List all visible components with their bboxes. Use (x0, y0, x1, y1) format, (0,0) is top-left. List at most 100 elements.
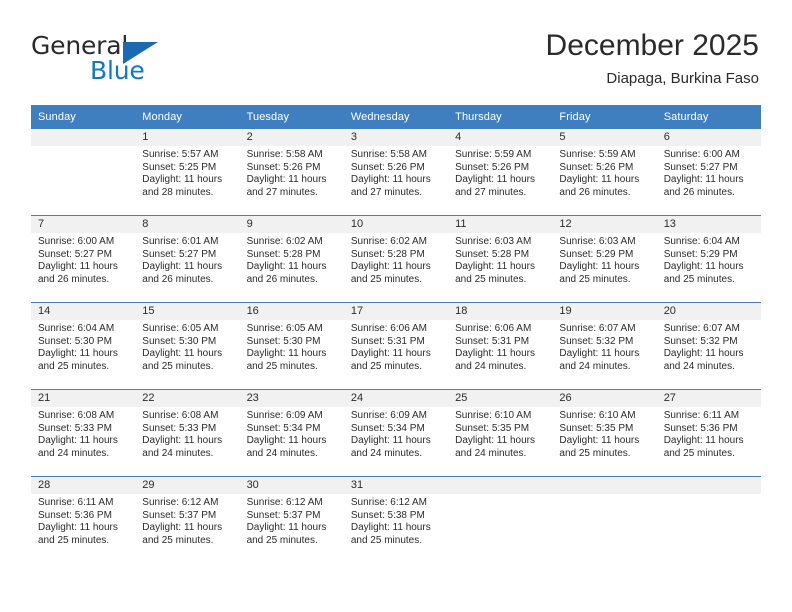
day-cell[interactable]: 3 Sunrise: 5:58 AM Sunset: 5:26 PM Dayli… (343, 129, 449, 216)
sunrise-text: Sunrise: 6:05 AM (142, 323, 219, 334)
sunset-text: Sunset: 5:35 PM (455, 422, 530, 434)
day-number: 16 (246, 305, 259, 317)
daylight-text: Daylight: 11 hours and 25 minutes. (663, 435, 744, 459)
sunrise-text: Sunrise: 6:01 AM (142, 236, 219, 247)
week-row: 7 Sunrise: 6:00 AM Sunset: 5:27 PM Dayli… (31, 215, 761, 303)
day-number: 19 (559, 305, 572, 317)
daylight-text: Daylight: 11 hours and 25 minutes. (142, 348, 223, 372)
weekday-header-row: Sunday Monday Tuesday Wednesday Thursday… (31, 105, 761, 129)
calendar-page: General Blue December 2025 Diapaga, Burk… (0, 0, 792, 612)
sunrise-text: Sunrise: 6:07 AM (559, 323, 636, 334)
sunset-text: Sunset: 5:27 PM (663, 161, 738, 173)
day-cell[interactable]: 28 Sunrise: 6:11 AM Sunset: 5:36 PM Dayl… (31, 476, 136, 563)
sunrise-text: Sunrise: 5:58 AM (350, 149, 427, 160)
day-number: 2 (246, 131, 253, 143)
sunset-text: Sunset: 5:33 PM (38, 422, 112, 434)
day-number: 21 (38, 392, 51, 404)
day-number: 15 (142, 305, 155, 317)
day-number: 10 (350, 218, 364, 230)
day-cell[interactable]: 17 Sunrise: 6:06 AM Sunset: 5:31 PM Dayl… (343, 302, 449, 390)
day-cell[interactable]: 29 Sunrise: 6:12 AM Sunset: 5:37 PM Dayl… (135, 476, 240, 563)
daylight-text: Daylight: 11 hours and 25 minutes. (246, 522, 327, 546)
day-cell[interactable]: 10 Sunrise: 6:02 AM Sunset: 5:28 PM Dayl… (343, 215, 449, 303)
page-header: General Blue December 2025 Diapaga, Burk… (0, 0, 792, 104)
sunrise-text: Sunrise: 6:05 AM (246, 323, 323, 334)
day-number: 17 (350, 305, 364, 317)
daylight-text: Daylight: 11 hours and 24 minutes. (246, 435, 327, 459)
day-cell[interactable]: 31 Sunrise: 6:12 AM Sunset: 5:38 PM Dayl… (343, 476, 449, 563)
day-cell[interactable]: 14 Sunrise: 6:04 AM Sunset: 5:30 PM Dayl… (31, 302, 136, 390)
daylight-text: Daylight: 11 hours and 25 minutes. (350, 348, 431, 372)
daylight-text: Daylight: 11 hours and 25 minutes. (246, 348, 327, 372)
daylight-text: Daylight: 11 hours and 26 minutes. (142, 261, 223, 285)
daylight-text: Daylight: 11 hours and 25 minutes. (559, 261, 640, 285)
page-title: December 2025 (545, 29, 759, 62)
day-cell[interactable]: 6 Sunrise: 6:00 AM Sunset: 5:27 PM Dayli… (656, 129, 761, 216)
weekday-header-wednesday: Wednesday (343, 105, 449, 129)
sunset-text: Sunset: 5:27 PM (38, 248, 112, 260)
general-blue-logo: General Blue (31, 32, 251, 90)
daylight-text: Daylight: 11 hours and 24 minutes. (142, 435, 223, 459)
daylight-text: Daylight: 11 hours and 27 minutes. (350, 174, 431, 198)
sunrise-text: Sunrise: 6:06 AM (455, 323, 532, 334)
daylight-text: Daylight: 11 hours and 27 minutes. (455, 174, 535, 198)
day-cell[interactable]: 20 Sunrise: 6:07 AM Sunset: 5:32 PM Dayl… (656, 302, 761, 390)
day-cell[interactable]: 18 Sunrise: 6:06 AM Sunset: 5:31 PM Dayl… (448, 302, 553, 390)
daylight-text: Daylight: 11 hours and 28 minutes. (142, 174, 223, 198)
day-cell[interactable]: 21 Sunrise: 6:08 AM Sunset: 5:33 PM Dayl… (31, 389, 136, 477)
sunset-text: Sunset: 5:30 PM (246, 335, 321, 347)
day-cell[interactable]: 25 Sunrise: 6:10 AM Sunset: 5:35 PM Dayl… (448, 389, 553, 477)
day-cell[interactable]: 5 Sunrise: 5:59 AM Sunset: 5:26 PM Dayli… (552, 129, 657, 216)
day-cell[interactable]: 23 Sunrise: 6:09 AM Sunset: 5:34 PM Dayl… (239, 389, 344, 477)
sunset-text: Sunset: 5:32 PM (663, 335, 738, 347)
day-cell[interactable]: 27 Sunrise: 6:11 AM Sunset: 5:36 PM Dayl… (656, 389, 761, 477)
day-cell[interactable]: 8 Sunrise: 6:01 AM Sunset: 5:27 PM Dayli… (135, 215, 240, 303)
sunrise-text: Sunrise: 6:11 AM (38, 497, 114, 508)
sunset-text: Sunset: 5:28 PM (350, 248, 425, 260)
day-cell[interactable]: 24 Sunrise: 6:09 AM Sunset: 5:34 PM Dayl… (343, 389, 449, 477)
day-number: 6 (663, 131, 670, 143)
sunrise-text: Sunrise: 5:58 AM (246, 149, 323, 160)
week-row: 14 Sunrise: 6:04 AM Sunset: 5:30 PM Dayl… (31, 302, 761, 390)
day-cell[interactable] (656, 476, 761, 563)
day-cell[interactable]: 13 Sunrise: 6:04 AM Sunset: 5:29 PM Dayl… (656, 215, 761, 303)
day-cell[interactable] (31, 129, 136, 216)
daylight-text: Daylight: 11 hours and 25 minutes. (663, 261, 744, 285)
weekday-header-saturday: Saturday (656, 105, 761, 129)
day-cell[interactable]: 30 Sunrise: 6:12 AM Sunset: 5:37 PM Dayl… (239, 476, 344, 563)
sunset-text: Sunset: 5:25 PM (142, 161, 217, 173)
day-number: 3 (350, 131, 357, 143)
day-cell[interactable]: 12 Sunrise: 6:03 AM Sunset: 5:29 PM Dayl… (552, 215, 657, 303)
day-cell[interactable]: 9 Sunrise: 6:02 AM Sunset: 5:28 PM Dayli… (239, 215, 344, 303)
day-cell[interactable] (448, 476, 553, 563)
day-cell[interactable] (552, 476, 657, 563)
sunset-text: Sunset: 5:26 PM (350, 161, 425, 173)
day-cell[interactable]: 11 Sunrise: 6:03 AM Sunset: 5:28 PM Dayl… (448, 215, 553, 303)
day-number: 13 (663, 218, 676, 230)
weekday-header-sunday: Sunday (31, 105, 136, 129)
day-cell[interactable]: 7 Sunrise: 6:00 AM Sunset: 5:27 PM Dayli… (31, 215, 136, 303)
day-cell[interactable]: 15 Sunrise: 6:05 AM Sunset: 5:30 PM Dayl… (135, 302, 240, 390)
day-number: 31 (350, 479, 364, 491)
day-cell[interactable]: 19 Sunrise: 6:07 AM Sunset: 5:32 PM Dayl… (552, 302, 657, 390)
day-cell[interactable]: 4 Sunrise: 5:59 AM Sunset: 5:26 PM Dayli… (448, 129, 553, 216)
day-cell[interactable]: 26 Sunrise: 6:10 AM Sunset: 5:35 PM Dayl… (552, 389, 657, 477)
sunrise-text: Sunrise: 5:57 AM (142, 149, 219, 160)
sunrise-text: Sunrise: 6:03 AM (559, 236, 636, 247)
weekday-header-monday: Monday (135, 105, 240, 129)
day-cell[interactable]: 22 Sunrise: 6:08 AM Sunset: 5:33 PM Dayl… (135, 389, 240, 477)
sunrise-text: Sunrise: 6:02 AM (246, 236, 323, 247)
day-number: 22 (142, 392, 155, 404)
daylight-text: Daylight: 11 hours and 24 minutes. (663, 348, 744, 372)
sunrise-text: Sunrise: 6:10 AM (559, 410, 636, 421)
daylight-text: Daylight: 11 hours and 25 minutes. (38, 522, 118, 546)
sunrise-text: Sunrise: 6:02 AM (350, 236, 427, 247)
day-cell[interactable]: 16 Sunrise: 6:05 AM Sunset: 5:30 PM Dayl… (239, 302, 344, 390)
sunrise-text: Sunrise: 6:09 AM (246, 410, 323, 421)
day-cell[interactable]: 2 Sunrise: 5:58 AM Sunset: 5:26 PM Dayli… (239, 129, 344, 216)
sunrise-text: Sunrise: 6:00 AM (663, 149, 740, 160)
sunset-text: Sunset: 5:30 PM (142, 335, 217, 347)
day-cell[interactable]: 1 Sunrise: 5:57 AM Sunset: 5:25 PM Dayli… (135, 129, 240, 216)
day-number: 4 (455, 131, 462, 143)
week-row: 21 Sunrise: 6:08 AM Sunset: 5:33 PM Dayl… (31, 389, 761, 477)
